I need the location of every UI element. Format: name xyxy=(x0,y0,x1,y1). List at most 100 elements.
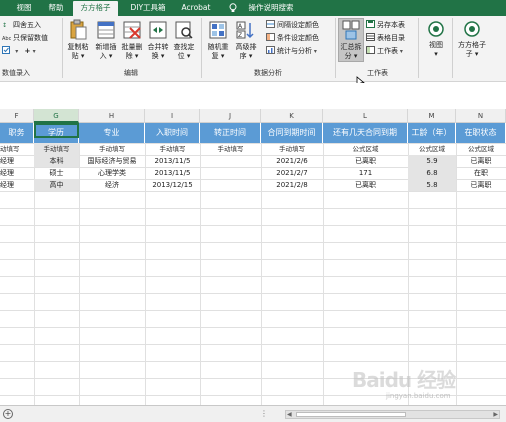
random-repeat-button[interactable]: 随机重 复 ▾ xyxy=(205,19,231,61)
sort-icon: A Z xyxy=(236,21,254,39)
subheader-cell[interactable]: 公式区域 xyxy=(323,143,408,155)
table-cell[interactable]: 经理 xyxy=(0,155,34,167)
subheader-cell[interactable]: 手动填写 xyxy=(261,143,323,155)
tab-ffgz[interactable]: 方方格子 xyxy=(73,1,118,16)
interval-color-label: 间隔设定颜色 xyxy=(277,21,319,29)
table-cell[interactable]: 已离职 xyxy=(456,155,506,167)
keep-value-button[interactable]: Abc 只保留数值 xyxy=(2,33,48,43)
column-header-n[interactable]: N xyxy=(456,109,506,123)
formula-bar-area xyxy=(0,83,506,109)
table-cell[interactable]: 经济 xyxy=(79,179,145,191)
scrollbar-thumb[interactable] xyxy=(296,412,406,417)
advanced-sort-button[interactable]: A Z 高级排 序 ▾ xyxy=(233,19,259,61)
tab-acrobat[interactable]: Acrobat xyxy=(176,1,216,16)
insert-label-2: 入 ▾ xyxy=(99,52,113,60)
view-button[interactable]: 视图 ▾ xyxy=(423,19,449,59)
table-cell[interactable]: 心理学类 xyxy=(79,167,145,179)
group-divider xyxy=(418,18,419,78)
subheader-cell[interactable]: 公式区域 xyxy=(456,143,506,155)
round-button[interactable]: ↕ 四舍五入 xyxy=(2,20,41,30)
column-header-g[interactable]: G xyxy=(34,109,79,123)
column-header-k[interactable]: K xyxy=(261,109,323,123)
subheader-cell[interactable]: 手动填写 xyxy=(34,143,79,155)
svg-text:Abc: Abc xyxy=(2,36,11,41)
table-cell[interactable]: 2013/11/5 xyxy=(145,155,200,167)
table-cell[interactable]: 本科 xyxy=(34,155,79,167)
table-cell[interactable]: 2021/2/8 xyxy=(261,179,323,191)
subheader-cell[interactable]: 公式区域 xyxy=(408,143,456,155)
table-cell[interactable]: 国际经济与贸易 xyxy=(79,155,145,167)
subheader-cell[interactable]: 手动填写 xyxy=(145,143,200,155)
table-cell[interactable]: 已离职 xyxy=(323,155,408,167)
table-cell[interactable]: 已离职 xyxy=(323,179,408,191)
table-cell[interactable]: 在职 xyxy=(456,167,506,179)
batch-delete-button[interactable]: 批量删 除 ▾ xyxy=(119,19,145,61)
watermark-logo: Baidu 经验 xyxy=(352,368,456,392)
subheader-cell[interactable]: 手动填写 xyxy=(200,143,261,155)
tab-diy-toolbox[interactable]: DIY工具箱 xyxy=(122,1,174,16)
insert-button[interactable]: 新增插 入 ▾ xyxy=(93,19,119,61)
copy-paste-label: 复制粘 xyxy=(67,43,89,51)
header-cell-major[interactable]: 专业 xyxy=(79,123,145,143)
column-header-l[interactable]: L xyxy=(323,109,408,123)
subheader-cell[interactable]: 动填写 xyxy=(0,143,34,155)
more-options-icon[interactable]: ⋮ xyxy=(260,409,268,418)
gridline xyxy=(0,259,506,260)
column-header-i[interactable]: I xyxy=(145,109,200,123)
header-cell-position[interactable]: 职务 xyxy=(0,123,34,143)
column-header-j[interactable]: J xyxy=(200,109,261,123)
input-tools-row[interactable]: ▾ + ▾ xyxy=(2,46,36,56)
scroll-left-icon[interactable]: ◀ xyxy=(287,411,292,418)
plus-icon: + xyxy=(24,47,31,55)
worksheet-grid[interactable]: 职务 学历 专业 入职时间 转正时间 合同到期时间 还有几天合同到期 工龄（年）… xyxy=(0,123,506,405)
conditional-color-button[interactable]: 条件设定颜色 xyxy=(266,33,319,43)
add-sheet-icon[interactable]: + xyxy=(3,409,13,419)
random-repeat-label-2: 复 ▾ xyxy=(211,52,225,60)
find-locate-button[interactable]: 查找定 位 ▾ xyxy=(171,19,197,61)
table-cell[interactable]: 2021/2/6 xyxy=(261,155,323,167)
column-header-h[interactable]: H xyxy=(79,109,145,123)
table-cell[interactable]: 2013/11/5 xyxy=(145,167,200,179)
table-cell[interactable]: 5.9 xyxy=(408,155,456,167)
table-cell[interactable] xyxy=(200,155,261,167)
table-cell[interactable]: 6.8 xyxy=(408,167,456,179)
subheader-cell[interactable]: 手动填写 xyxy=(79,143,145,155)
table-cell[interactable]: 经理 xyxy=(0,179,34,191)
ffgz-button[interactable]: 方方格子 子 ▾ xyxy=(457,19,487,59)
interval-color-button[interactable]: 间隔设定颜色 xyxy=(266,20,319,30)
worksheet-button[interactable]: 工作表 ▾ xyxy=(366,46,403,56)
stats-analysis-button[interactable]: 统计与分析 ▾ xyxy=(266,46,317,56)
gridline xyxy=(0,344,506,345)
horizontal-scrollbar[interactable]: ◀ ▶ xyxy=(285,410,500,419)
table-cell[interactable]: 经理 xyxy=(0,167,34,179)
header-cell-seniority[interactable]: 工龄（年） xyxy=(408,123,456,143)
table-cell[interactable]: 2021/2/7 xyxy=(261,167,323,179)
scroll-right-icon[interactable]: ▶ xyxy=(493,411,498,418)
table-cell[interactable]: 已离职 xyxy=(456,179,506,191)
column-header-m[interactable]: M xyxy=(408,109,456,123)
table-directory-button[interactable]: 表格目录 xyxy=(366,33,405,43)
table-cell[interactable] xyxy=(200,179,261,191)
table-cell[interactable]: 171 xyxy=(323,167,408,179)
save-sheet-button[interactable]: 另存本表 xyxy=(366,20,405,30)
merge-convert-button[interactable]: 合并转 换 ▾ xyxy=(145,19,171,61)
find-icon xyxy=(175,21,193,39)
tell-me-search[interactable]: 操作说明搜索 xyxy=(240,1,302,16)
table-cell[interactable] xyxy=(200,167,261,179)
table-cell[interactable]: 5.8 xyxy=(408,179,456,191)
table-cell[interactable]: 硕士 xyxy=(34,167,79,179)
tab-view[interactable]: 视图 xyxy=(8,1,40,16)
active-cell-selection[interactable] xyxy=(34,123,79,138)
header-cell-status[interactable]: 在职状态 xyxy=(456,123,506,143)
header-cell-contract-end[interactable]: 合同到期时间 xyxy=(261,123,323,143)
column-header-f[interactable]: F xyxy=(0,109,34,123)
table-cell[interactable]: 高中 xyxy=(34,179,79,191)
tab-help[interactable]: 帮助 xyxy=(41,1,71,16)
table-cell[interactable]: 2013/12/15 xyxy=(145,179,200,191)
summary-split-button[interactable]: 汇总拆 分 ▾ xyxy=(338,19,364,61)
header-cell-confirm-date[interactable]: 转正时间 xyxy=(200,123,261,143)
header-cell-days-left[interactable]: 还有几天合同到期 xyxy=(323,123,408,143)
svg-text:Z: Z xyxy=(238,32,242,39)
header-cell-hire-date[interactable]: 入职时间 xyxy=(145,123,200,143)
copy-paste-button[interactable]: 复制粘 贴 ▾ xyxy=(65,19,91,61)
